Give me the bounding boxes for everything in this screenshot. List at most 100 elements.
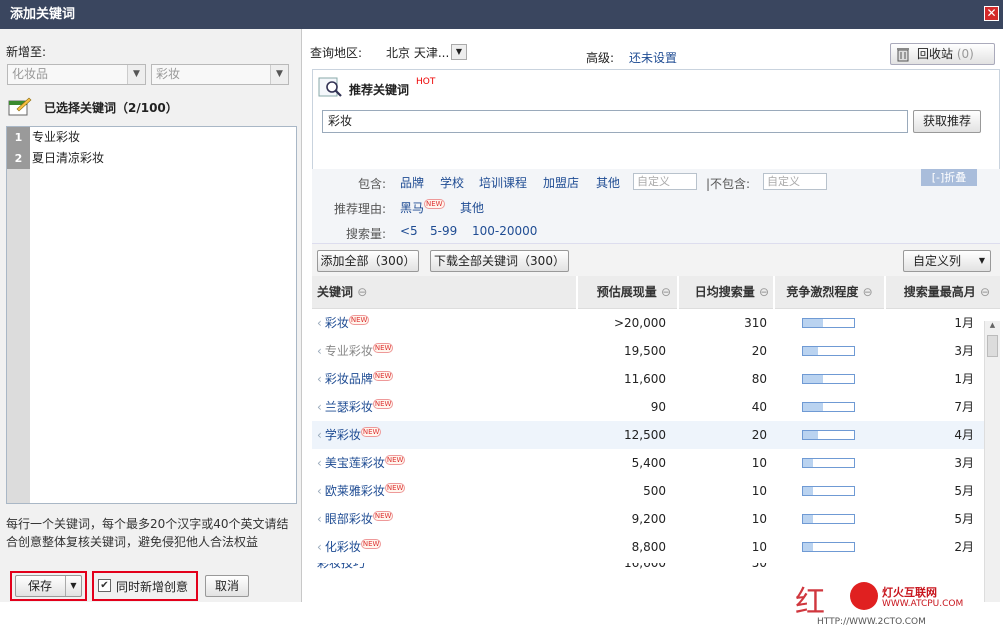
reason-darkhorse-label: 黑马 — [400, 201, 425, 215]
volume-lt5[interactable]: <5 — [400, 224, 418, 238]
competition-bar — [802, 318, 855, 328]
new-badge: NEW — [372, 511, 394, 521]
peak-month: 4月 — [954, 428, 974, 442]
table-toolbar: 添加全部（300） 下载全部关键词（300） 自定义列 ▼ — [312, 243, 1000, 276]
keyword-cell[interactable]: ‹ 彩妆品牌 NEW — [317, 365, 394, 393]
keyword-cell[interactable]: ‹ 化彩妆 NEW — [317, 533, 382, 561]
competition-bar — [802, 374, 855, 384]
include-other[interactable]: 其他 — [596, 174, 620, 191]
add-arrow-icon[interactable]: ‹ — [317, 344, 322, 358]
reason-other[interactable]: 其他 — [460, 199, 484, 216]
exclude-label: |不包含: — [706, 177, 751, 191]
header-daily[interactable]: 日均搜索量 ⊖ — [677, 276, 773, 309]
keyword-text: 学彩妆 — [324, 428, 361, 442]
add-arrow-icon[interactable]: ‹ — [317, 316, 322, 330]
category-select-2[interactable]: 彩妆 ▼ — [151, 64, 289, 85]
keyword-cell[interactable]: ‹ 美宝莲彩妆 NEW — [317, 449, 406, 477]
input-hint: 每行一个关键词，每个最多20个汉字或40个英文请结合创意整体复核关键词，避免侵犯… — [6, 517, 289, 549]
peak-month: 1月 — [954, 316, 974, 330]
add-arrow-icon[interactable]: ‹ — [317, 512, 322, 526]
add-all-button[interactable]: 添加全部（300） — [317, 250, 419, 272]
dialog-title: 添加关键词 — [10, 7, 76, 22]
region-dropdown-button[interactable]: ▼ — [451, 44, 467, 60]
add-arrow-icon[interactable]: ‹ — [317, 456, 322, 470]
keyword-cell[interactable]: ‹ 欧莱雅彩妆 NEW — [317, 477, 406, 505]
scroll-up-icon[interactable]: ▲ — [988, 321, 997, 333]
keyword-search-input[interactable]: 彩妆 — [322, 110, 908, 133]
estimated-impressions: 12,500 — [624, 428, 666, 442]
table-row[interactable]: ‹ 专业彩妆 NEW 19,500 20 3月 — [312, 337, 984, 365]
also-create-checkbox[interactable]: ✔ — [98, 579, 111, 592]
table-row[interactable]: ‹ 彩妆品牌 NEW 11,600 80 1月 — [312, 365, 984, 393]
add-arrow-icon[interactable]: ‹ — [317, 372, 322, 386]
keyword-text: 彩妆技巧 — [317, 563, 366, 570]
table-scrollbar[interactable]: ▲ — [984, 321, 1000, 602]
save-button[interactable]: 保存 ▼ — [15, 575, 82, 597]
volume-100-20000[interactable]: 100-20000 — [472, 224, 537, 238]
table-row-partial[interactable]: 彩妆技巧 16,600 50 — [312, 563, 984, 573]
competition-bar — [802, 458, 855, 468]
recycle-count: (0) — [956, 47, 974, 61]
sort-icon: ⊖ — [862, 285, 873, 299]
include-school[interactable]: 学校 — [440, 174, 464, 191]
category-select-1-value: 化妆品 — [12, 67, 49, 81]
table-row[interactable]: ‹ 美宝莲彩妆 NEW 5,400 10 3月 — [312, 449, 984, 477]
add-arrow-icon[interactable]: ‹ — [317, 540, 322, 554]
category-select-1[interactable]: 化妆品 ▼ — [7, 64, 146, 85]
scroll-thumb[interactable] — [987, 335, 998, 357]
keyword-cell[interactable]: ‹ 学彩妆 NEW — [317, 421, 382, 449]
competition-bar-fill — [803, 459, 814, 467]
cancel-button[interactable]: 取消 — [205, 575, 249, 597]
keyword-cell[interactable]: ‹ 眼部彩妆 NEW — [317, 505, 394, 533]
daily-searches: 50 — [751, 563, 767, 570]
recycle-bin-button[interactable]: 回收站 (0) — [890, 43, 995, 65]
competition-bar — [802, 514, 855, 524]
include-brand[interactable]: 品牌 — [400, 174, 424, 191]
new-badge: NEW — [384, 483, 406, 493]
table-row[interactable]: ‹ 欧莱雅彩妆 NEW 500 10 5月 — [312, 477, 984, 505]
table-row[interactable]: ‹ 彩妆 NEW >20,000 310 1月 — [312, 309, 984, 337]
peak-month: 7月 — [954, 400, 974, 414]
close-icon[interactable]: ✕ — [984, 6, 999, 21]
table-row[interactable]: ‹ 兰瑟彩妆 NEW 90 40 7月 — [312, 393, 984, 421]
region-label: 查询地区: — [310, 46, 363, 60]
competition-bar-fill — [803, 403, 824, 411]
download-all-button[interactable]: 下载全部关键词（300） — [430, 250, 569, 272]
reason-darkhorse[interactable]: 黑马 NEW — [400, 199, 445, 216]
hot-badge: HOT — [416, 77, 436, 87]
add-arrow-icon[interactable]: ‹ — [317, 428, 322, 442]
keyword-cell[interactable]: ‹ 专业彩妆 NEW — [317, 337, 394, 365]
selected-keywords-textarea[interactable]: 1 专业彩妆 2 夏日清凉彩妆 — [6, 126, 297, 504]
table-row[interactable]: ‹ 眼部彩妆 NEW 9,200 10 5月 — [312, 505, 984, 533]
peak-month: 5月 — [954, 512, 974, 526]
keyword-cell[interactable]: ‹ 彩妆 NEW — [317, 309, 370, 337]
custom-columns-button[interactable]: 自定义列 ▼ — [903, 250, 991, 272]
add-arrow-icon[interactable]: ‹ — [317, 400, 322, 414]
keyword-cell[interactable]: ‹ 兰瑟彩妆 NEW — [317, 393, 394, 421]
keyword-text: 兰瑟彩妆 — [324, 400, 373, 414]
get-recommend-button[interactable]: 获取推荐 — [913, 110, 981, 133]
include-custom-input[interactable]: 自定义 — [633, 173, 697, 190]
header-estimated[interactable]: 预估展现量 ⊖ — [576, 276, 677, 309]
exclude-custom-input[interactable]: 自定义 — [763, 173, 827, 190]
chevron-down-icon: ▼ — [270, 65, 288, 84]
sort-icon: ⊖ — [979, 285, 990, 299]
notepad-icon — [7, 95, 32, 117]
table-row[interactable]: ‹ 学彩妆 NEW 12,500 20 4月 — [312, 421, 984, 449]
advanced-settings-link[interactable]: 还未设置 — [629, 49, 677, 66]
volume-5-99[interactable]: 5-99 — [430, 224, 457, 238]
header-competition[interactable]: 竞争激烈程度 ⊖ — [773, 276, 884, 309]
header-peak-month[interactable]: 搜索量最高月 ⊖ — [884, 276, 1000, 309]
header-peak-month-label: 搜索量最高月 — [903, 285, 976, 299]
include-training[interactable]: 培训课程 — [479, 174, 527, 191]
header-keyword[interactable]: 关键词 ⊖ — [312, 276, 576, 309]
chevron-down-icon: ▼ — [978, 256, 985, 265]
include-franchise[interactable]: 加盟店 — [543, 174, 579, 191]
list-item: 1 专业彩妆 — [7, 127, 296, 148]
trash-icon — [896, 46, 910, 68]
chevron-down-icon[interactable]: ▼ — [65, 576, 81, 596]
fold-button[interactable]: [-]折叠 — [921, 169, 977, 186]
add-arrow-icon[interactable]: ‹ — [317, 484, 322, 498]
sort-icon: ⊖ — [660, 285, 671, 299]
table-row[interactable]: ‹ 化彩妆 NEW 8,800 10 2月 — [312, 533, 984, 561]
